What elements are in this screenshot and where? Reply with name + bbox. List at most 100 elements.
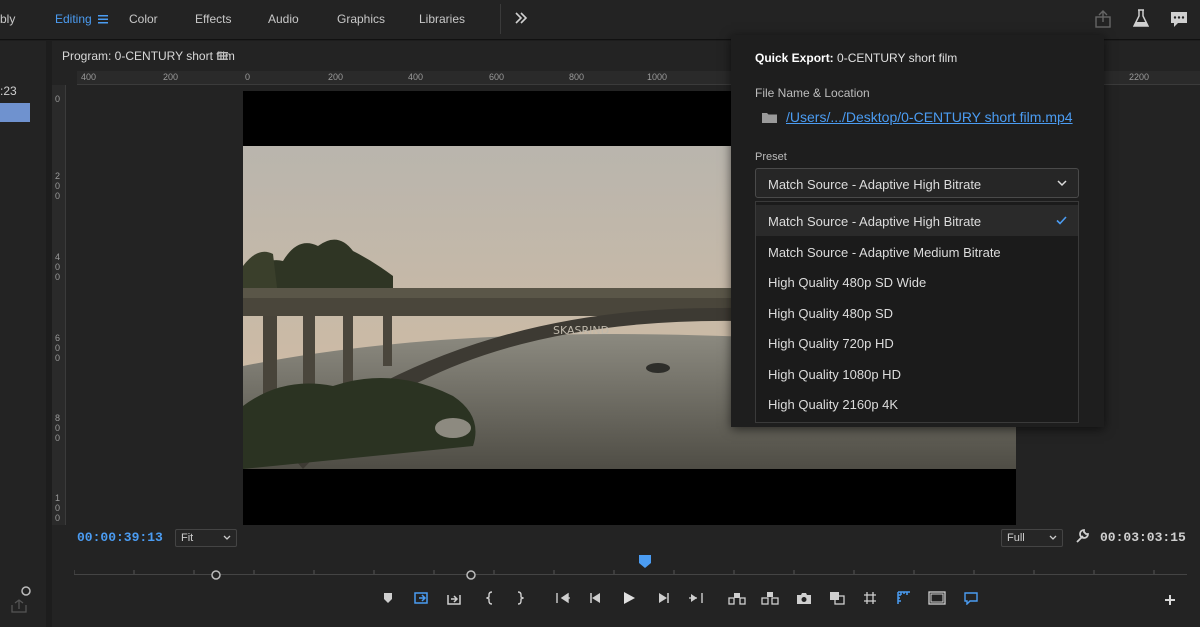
time-ruler[interactable]: [73, 561, 1187, 575]
folder-icon[interactable]: [761, 111, 778, 124]
comparison-icon: [830, 592, 845, 605]
ruler-label: 2 0 0: [55, 171, 61, 201]
zoom-handle[interactable]: [20, 585, 32, 597]
step-forward-button[interactable]: [652, 587, 674, 609]
overwrite-button[interactable]: [443, 587, 465, 609]
tab-graphics[interactable]: Graphics: [337, 12, 385, 26]
preset-option[interactable]: High Quality 480p SD Wide: [756, 266, 1078, 297]
play-button[interactable]: [618, 587, 640, 609]
quick-export-label: Quick Export:: [755, 51, 834, 65]
workspace-bar: bly Editing Color Effects Audio Graphics…: [0, 0, 1200, 40]
preset-option[interactable]: High Quality 2160p 4K: [756, 388, 1078, 419]
tab-assembly[interactable]: bly: [0, 12, 15, 26]
mark-out-bracket-button[interactable]: [509, 587, 531, 609]
preset-option-label: High Quality 480p SD Wide: [768, 275, 927, 290]
selected-clip[interactable]: [0, 103, 30, 122]
sequence-name: 0-CENTURY short film: [833, 51, 958, 65]
mark-in-bracket-button[interactable]: [479, 587, 501, 609]
left-panel: :23: [0, 41, 46, 627]
tab-libraries[interactable]: Libraries: [419, 12, 465, 26]
go-to-out-button[interactable]: [685, 587, 707, 609]
preset-option-label: High Quality 720p HD: [768, 336, 894, 351]
insert-icon: [414, 592, 428, 604]
resolution-select[interactable]: Full: [1001, 529, 1063, 547]
camera-icon: [797, 593, 811, 604]
ruler-label: 600: [489, 72, 505, 82]
resolution-value: Full: [1007, 532, 1025, 544]
preset-option-label: High Quality 480p SD: [768, 306, 894, 321]
grid-icon: [864, 592, 876, 604]
tab-effects[interactable]: Effects: [195, 12, 231, 26]
preset-option-label: Match Source - Adaptive Medium Bitrate: [768, 245, 1001, 260]
file-label: File Name & Location: [755, 86, 870, 100]
zoom-bar-track: [74, 574, 1187, 575]
current-timecode[interactable]: 00:00:39:13: [77, 530, 163, 545]
safe-margins-button[interactable]: [893, 587, 915, 609]
partial-timecode: :23: [0, 84, 17, 98]
feedback-icon[interactable]: [1170, 10, 1188, 28]
ruler-label: 1000: [647, 72, 668, 82]
button-editor-button[interactable]: [1159, 589, 1181, 611]
mark-in-button[interactable]: [411, 587, 433, 609]
preset-option[interactable]: High Quality 480p SD: [756, 297, 1078, 328]
extract-button[interactable]: [759, 587, 781, 609]
add-marker-button[interactable]: [377, 587, 399, 609]
captions-button[interactable]: [960, 587, 982, 609]
zoom-handle-right[interactable]: [465, 569, 477, 581]
share-icon[interactable]: [1094, 10, 1112, 28]
preset-option[interactable]: High Quality 1080p HD: [756, 358, 1078, 389]
safe-area-button[interactable]: [926, 587, 948, 609]
double-chevron-right-icon[interactable]: [514, 12, 528, 24]
panel-menu-icon[interactable]: [218, 52, 228, 60]
time-ruler-ticks: [73, 570, 1155, 575]
tab-audio[interactable]: Audio: [268, 12, 299, 26]
ruler-label: 400: [408, 72, 424, 82]
file-path-link[interactable]: /Users/.../Desktop/0-CENTURY short film.…: [786, 109, 1073, 125]
zoom-handle-left[interactable]: [210, 569, 222, 581]
plus-icon: [1165, 595, 1175, 605]
overwrite-icon: [447, 595, 461, 605]
chevron-down-icon: [1057, 180, 1067, 187]
ruler-label: 2200: [1129, 72, 1150, 82]
comparison-view-button[interactable]: [826, 587, 848, 609]
flask-icon[interactable]: [1133, 9, 1149, 28]
checkmark-icon: [1056, 216, 1067, 225]
step-forward-icon: [659, 593, 669, 603]
grid-guides-button[interactable]: [859, 587, 881, 609]
lift-icon: [728, 593, 746, 605]
preset-option-label: High Quality 1080p HD: [768, 367, 901, 382]
preset-value: Match Source - Adaptive High Bitrate: [768, 177, 982, 192]
go-to-out-icon: [689, 593, 703, 603]
film-ruler-icon: [897, 591, 910, 604]
step-back-button[interactable]: [585, 587, 607, 609]
lift-button[interactable]: [726, 587, 748, 609]
preset-option[interactable]: High Quality 720p HD: [756, 327, 1078, 358]
bracket-left-icon: [486, 591, 493, 605]
tab-color[interactable]: Color: [129, 12, 158, 26]
playhead[interactable]: [639, 555, 651, 569]
preset-label: Preset: [755, 151, 787, 163]
zoom-value: Fit: [181, 532, 194, 544]
zoom-select[interactable]: Fit: [175, 529, 237, 547]
ruler-label: 200: [163, 72, 179, 82]
preset-select[interactable]: Match Source - Adaptive High Bitrate: [755, 168, 1079, 198]
quick-export-panel: Quick Export: 0-CENTURY short film File …: [731, 35, 1104, 427]
divider: [500, 4, 501, 34]
go-to-in-button[interactable]: [552, 587, 574, 609]
export-icon[interactable]: [11, 599, 27, 613]
wrench-icon[interactable]: [1074, 528, 1090, 544]
duration-timecode: 00:03:03:15: [1100, 530, 1186, 545]
ruler-label: 800: [569, 72, 585, 82]
ruler-label: 4 0 0: [55, 252, 61, 282]
ruler-label: 400: [81, 72, 97, 82]
preset-option[interactable]: Match Source - Adaptive High Bitrate: [756, 205, 1078, 236]
menu-icon[interactable]: [98, 14, 108, 24]
go-to-in-icon: [556, 592, 570, 604]
preset-option[interactable]: Match Source - Adaptive Medium Bitrate: [756, 236, 1078, 267]
ruler-label: 8 0 0: [55, 413, 61, 443]
vertical-ruler: 0 2 0 0 4 0 0 6 0 0 8 0 0 1 0 0: [52, 85, 66, 525]
tab-editing[interactable]: Editing: [55, 12, 92, 26]
ruler-label: 0: [245, 72, 251, 82]
chevron-down-icon: [223, 535, 231, 540]
export-frame-button[interactable]: [793, 587, 815, 609]
